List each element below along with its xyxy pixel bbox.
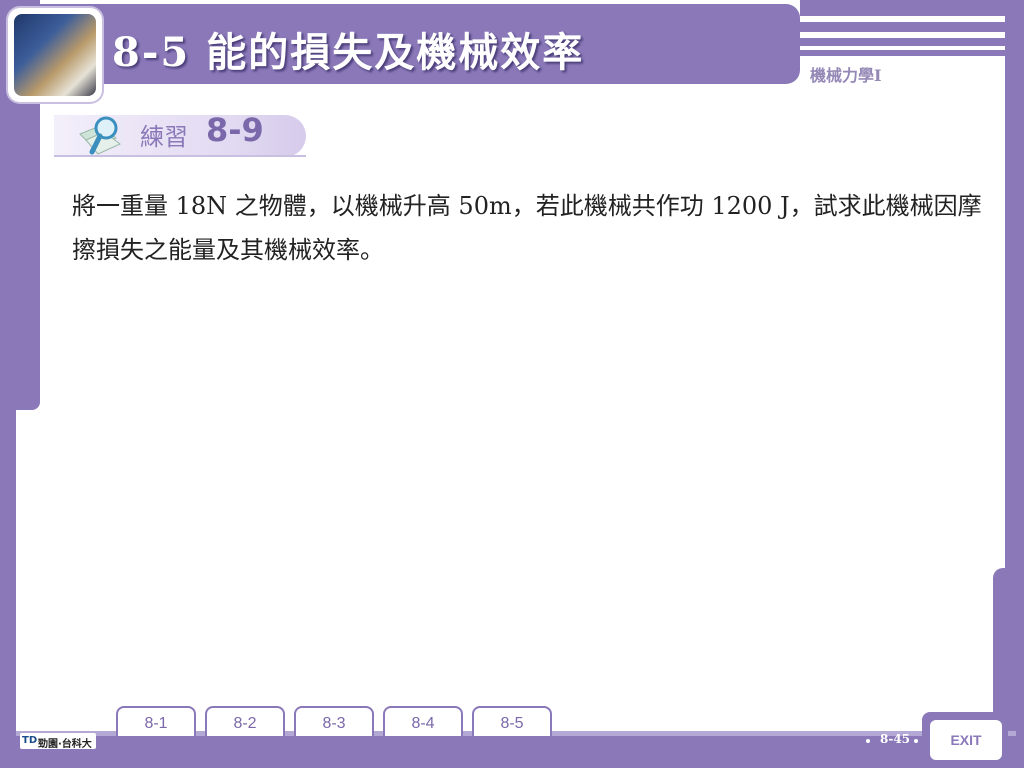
- magnifier-icon: [79, 116, 121, 155]
- subject-label: 機械力學I: [810, 66, 882, 85]
- header-line: [800, 50, 1024, 56]
- nav-tab-8-5[interactable]: 8-5: [472, 706, 552, 736]
- chapter-thumbnail-image: [14, 14, 96, 96]
- header-line: [800, 38, 1024, 46]
- chapter-thumbnail: [8, 8, 102, 102]
- nav-tab-8-3[interactable]: 8-3: [294, 706, 374, 736]
- exercise-label: 練習: [140, 123, 188, 151]
- page-number-dot: [914, 739, 918, 743]
- page-number: 8-45: [880, 732, 911, 746]
- problem-text: 將一重量 18N 之物體，以機械升高 50m，若此機械共作功 1200 J，試求…: [72, 192, 982, 264]
- header-line: [800, 0, 1024, 16]
- page-number-dot: [866, 739, 870, 743]
- exercise-number: 8-9: [206, 111, 264, 149]
- publisher-logo-text: 勁園·台科大: [38, 739, 92, 750]
- header-line: [800, 22, 1024, 32]
- publisher-logo: TD 勁園·台科大: [20, 733, 96, 750]
- publisher-logo-mark: TD: [22, 735, 38, 746]
- nav-tab-8-2[interactable]: 8-2: [205, 706, 285, 736]
- page-title: 8-5 能的損失及機械效率: [112, 29, 585, 76]
- frame-bottom-bar: [0, 736, 1024, 768]
- nav-tab-8-1[interactable]: 8-1: [116, 706, 196, 736]
- exit-button[interactable]: EXIT: [930, 720, 1002, 760]
- nav-tab-8-4[interactable]: 8-4: [383, 706, 463, 736]
- header-decoration-lines: [800, 0, 1024, 56]
